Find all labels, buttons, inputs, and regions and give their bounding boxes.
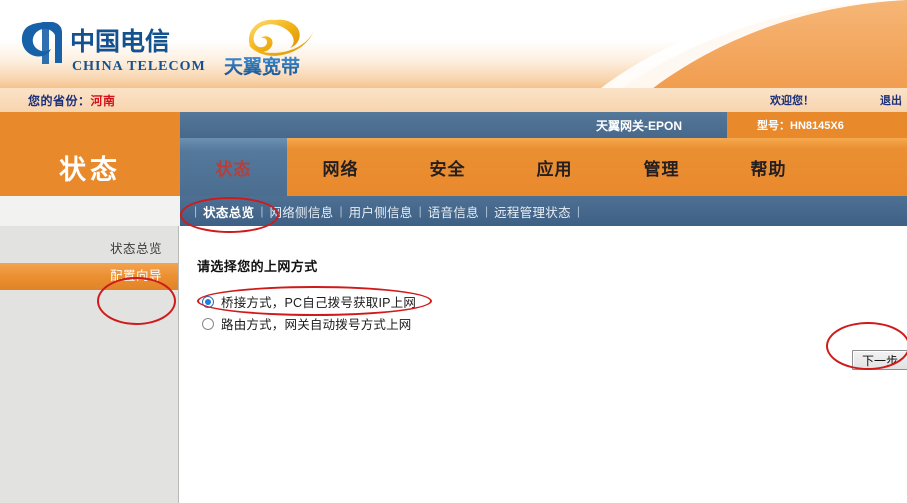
sub-nav-bar: | 状态总览 | 网络侧信息 | 用户侧信息 | 语音信息 | 远程管理状态 | [180, 196, 907, 226]
content-panel: 请选择您的上网方式 桥接方式，PC自己拨号获取IP上网 路由方式，网关自动拨号方… [180, 226, 907, 503]
tab-status[interactable]: 状态 [180, 138, 287, 196]
subnav-item-voice-info[interactable]: 语音信息 [428, 202, 479, 221]
next-button[interactable]: 下一步 [852, 350, 907, 370]
model-number: 型号：HN8145X6 [757, 120, 844, 132]
option-row-bridge[interactable]: 桥接方式，PC自己拨号获取IP上网 [202, 292, 416, 311]
subnav-left-filler [0, 196, 180, 226]
province-value: 河南 [90, 94, 116, 108]
subnav-item-user-side-info[interactable]: 用户侧信息 [349, 202, 413, 221]
sidebar-top-spacer [0, 226, 178, 236]
svg-text:CHINA TELECOM: CHINA TELECOM [72, 59, 206, 74]
china-telecom-logo: 中国电信 CHINA TELECOM [18, 18, 208, 76]
logout-link[interactable]: 退出 [880, 92, 902, 108]
svg-text:天翼宽带: 天翼宽带 [224, 55, 300, 76]
subnav-separator-4: | [484, 204, 489, 218]
page-header: 中国电信 CHINA TELECOM 天翼宽带 [0, 0, 907, 88]
tab-management[interactable]: 管理 [608, 138, 715, 196]
sidebar-item-status-overview[interactable]: 状态总览 [0, 236, 178, 263]
subnav-separator-3: | [418, 204, 422, 218]
subnav-item-remote-management-status[interactable]: 远程管理状态 [494, 202, 571, 221]
sidebar: 状态总览 配置向导 [0, 226, 179, 503]
content-heading: 请选择您的上网方式 [197, 259, 318, 274]
option-label-bridge[interactable]: 桥接方式，PC自己拨号获取IP上网 [221, 292, 416, 311]
tab-help[interactable]: 帮助 [715, 138, 822, 196]
subnav-separator-2: | [339, 204, 343, 218]
option-row-router[interactable]: 路由方式，网关自动拨号方式上网 [202, 314, 412, 333]
subnav-separator-0: | [194, 204, 198, 218]
province-strip: 您的省份：河南 欢迎您！ 退出 [0, 88, 907, 112]
subnav-separator-1: | [260, 204, 264, 218]
sidebar-item-config-wizard[interactable]: 配置向导 [0, 263, 178, 290]
option-label-router[interactable]: 路由方式，网关自动拨号方式上网 [221, 314, 412, 333]
device-bar-left-block [0, 112, 180, 138]
welcome-text: 欢迎您！ [770, 95, 814, 107]
province-label: 您的省份： [28, 94, 91, 108]
header-swoosh-decoration [487, 0, 907, 88]
tianyi-broadband-logo: 天翼宽带 [218, 14, 328, 78]
page-title: 状态 [59, 154, 121, 186]
province-info: 您的省份：河南 [28, 92, 116, 109]
tab-network[interactable]: 网络 [287, 138, 394, 196]
svg-text:中国电信: 中国电信 [70, 27, 170, 56]
tab-application[interactable]: 应用 [501, 138, 608, 196]
subnav-item-status-overview[interactable]: 状态总览 [203, 202, 254, 221]
subnav-separator-5: | [576, 204, 580, 218]
subnav-item-network-side-info[interactable]: 网络侧信息 [269, 202, 333, 221]
tab-security[interactable]: 安全 [394, 138, 501, 196]
radio-bridge-mode[interactable] [202, 295, 214, 308]
router-admin-page: 中国电信 CHINA TELECOM 天翼宽带 您的省份：河南 欢迎您！ 退出 … [0, 0, 907, 503]
radio-router-mode[interactable] [202, 317, 214, 330]
device-info-bar: 天翼网关-EPON 型号：HN8145X6 [0, 112, 907, 138]
gateway-name: 天翼网关-EPON [596, 119, 683, 133]
main-tab-bar: 状态 网络 安全 应用 管理 帮助 [180, 138, 907, 196]
